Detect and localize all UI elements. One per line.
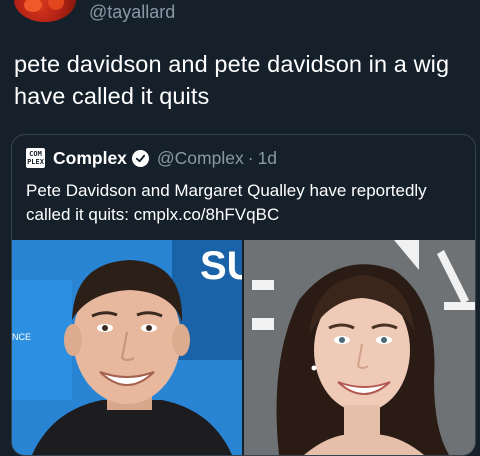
quoted-timestamp[interactable]: 1d — [258, 148, 277, 169]
separator-dot: · — [247, 147, 254, 168]
logo-text-bottom: PLEX — [27, 158, 44, 166]
quoted-tweet-card[interactable]: COM PLEX Complex @Complex · 1d Pete Davi… — [11, 134, 476, 456]
complex-logo-icon[interactable]: COM PLEX — [26, 148, 45, 168]
photo-pete-davidson[interactable]: SU NCE — [12, 240, 242, 455]
author-avatar[interactable] — [14, 0, 76, 22]
avatar-flower-shape — [48, 0, 64, 10]
background-sign-small-text: NCE — [12, 332, 32, 342]
quoted-tweet-header: COM PLEX Complex @Complex · 1d — [26, 147, 277, 169]
logo-text-top: COM — [29, 150, 42, 158]
photo-margaret-qualley[interactable] — [244, 240, 475, 455]
verified-badge-icon — [131, 149, 149, 167]
quoted-author-handle[interactable]: @Complex — [157, 148, 244, 169]
quoted-tweet-text: Pete Davidson and Margaret Qualley have … — [26, 181, 427, 224]
tweet-text: pete davidson and pete davidson in a wig… — [14, 51, 450, 109]
photo-illustration — [244, 240, 475, 455]
background-sign-letters: SU — [200, 244, 242, 288]
avatar-flower-shape — [24, 0, 42, 12]
author-handle[interactable]: @tayallard — [89, 2, 175, 23]
quoted-author-name[interactable]: Complex — [53, 148, 127, 169]
